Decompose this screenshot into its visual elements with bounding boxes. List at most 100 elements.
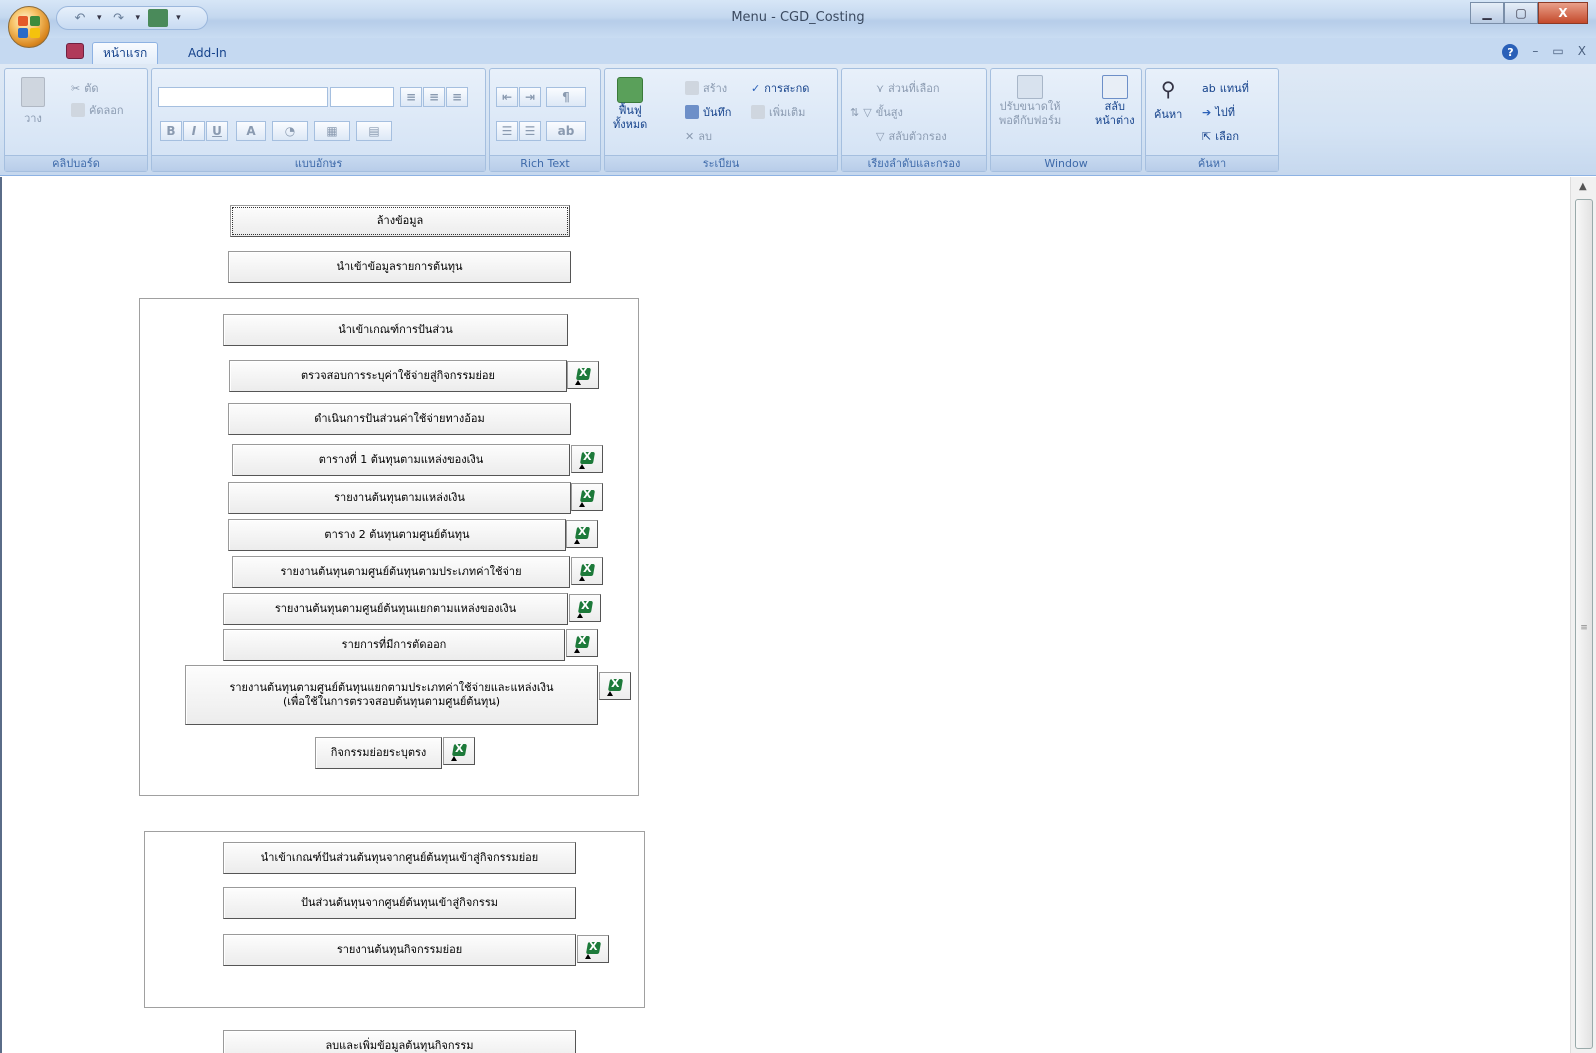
goto-arrow-icon: ➔ — [1202, 105, 1212, 119]
excel-export-button[interactable] — [599, 672, 631, 700]
ribbon: วาง ✂ ตัด คัดลอก คลิปบอร์ด ≡ ≡ ≡ B I U A … — [0, 64, 1596, 176]
edit-activity-cost-button[interactable]: ลบและเพิ่มข้อมูลต้นทุนกิจกรรม — [223, 1030, 576, 1053]
replace-button[interactable]: ab แทนที่ — [1202, 79, 1249, 97]
paragraph-direction-button[interactable]: ¶ — [546, 87, 586, 107]
excel-export-button[interactable] — [577, 935, 609, 963]
paste-button[interactable]: วาง — [21, 77, 45, 127]
font-size-combo[interactable] — [330, 87, 394, 107]
excel-icon — [579, 450, 595, 469]
selection-filter-button[interactable]: ⋎ ส่วนที่เลือก — [876, 79, 940, 97]
numbering-button[interactable]: ☰ — [519, 121, 541, 141]
table1-button[interactable]: ตารางที่ 1 ต้นทุนตามแหล่งของเงิน — [232, 444, 570, 476]
office-button[interactable] — [8, 6, 50, 48]
scroll-up-icon[interactable]: ▲ — [1579, 181, 1587, 192]
form-icon — [66, 43, 84, 59]
allocate-cc-button[interactable]: ปันส่วนต้นทุนจากศูนย์ต้นทุนเข้าสู่กิจกรร… — [223, 887, 576, 919]
save-label: บันทึก — [703, 106, 732, 119]
font-color-button[interactable]: A — [236, 121, 266, 141]
copy-icon — [71, 103, 85, 117]
bold-button[interactable]: B — [160, 121, 182, 141]
import-cost-button[interactable]: นำเข้าข้อมูลรายการต้นทุน — [228, 251, 571, 283]
run-indirect-allocation-button[interactable]: ดำเนินการปันส่วนค่าใช้จ่ายทางอ้อม — [228, 403, 571, 435]
cursor-icon: ⇱ — [1202, 129, 1212, 143]
increase-indent-button[interactable]: ⇥ — [519, 87, 541, 107]
bullets-button[interactable]: ☰ — [496, 121, 518, 141]
fit-form-button[interactable]: ปรับขนาดให้ พอดีกับฟอร์ม — [999, 75, 1061, 127]
new-record-button[interactable]: สร้าง — [685, 79, 727, 97]
select-button[interactable]: ⇱ เลือก — [1202, 127, 1239, 145]
sort-icon: ⇅ — [850, 105, 860, 119]
spelling-label: การสะกด — [764, 82, 810, 95]
font-name-combo[interactable] — [158, 87, 328, 107]
align-center-button[interactable]: ≡ — [423, 87, 445, 107]
ribbon-restore-icon[interactable]: ▭ — [1552, 44, 1563, 60]
check-expense-button[interactable]: ตรวจสอบการระบุค่าใช้จ่ายสู่กิจกรรมย่อย — [229, 360, 567, 392]
report-full-line2: (เพื่อใช้ในการตรวจสอบต้นทุนตามศูนย์ต้นทุ… — [282, 695, 501, 708]
cutoff-items-button[interactable]: รายการที่มีการตัดออก — [223, 629, 565, 661]
table2-button[interactable]: ตาราง 2 ต้นทุนตามศูนย์ต้นทุน — [228, 519, 566, 551]
excel-export-button[interactable] — [571, 557, 603, 585]
tab-addin[interactable]: Add-In — [178, 42, 237, 64]
close-button[interactable]: X — [1538, 2, 1588, 24]
excel-export-button[interactable] — [571, 483, 603, 511]
report-cc-type-button[interactable]: รายงานต้นทุนตามศูนย์ต้นทุนตามประเภทค่าใช… — [232, 556, 570, 588]
group-window: ปรับขนาดให้ พอดีกับฟอร์ม สลับ หน้าต่าง W… — [990, 68, 1142, 172]
italic-button[interactable]: I — [183, 121, 205, 141]
toggle-filter-icon: ▽ — [876, 129, 885, 143]
advanced-filter-button[interactable]: ⇅ ▽ ขั้นสูง — [850, 103, 903, 121]
tab-home[interactable]: หน้าแรก — [92, 42, 159, 64]
scroll-grip-icon: ≡ — [1580, 623, 1588, 633]
excel-icon — [451, 742, 467, 761]
report-source-button[interactable]: รายงานต้นทุนตามแหล่งเงิน — [228, 482, 571, 514]
direct-activity-button[interactable]: กิจกรรมย่อยระบุตรง — [315, 737, 442, 769]
excel-export-button[interactable] — [443, 737, 475, 765]
cut-button[interactable]: ✂ ตัด — [71, 79, 99, 97]
toggle-label: สลับตัวกรอง — [888, 130, 947, 143]
ribbon-close-icon[interactable]: X — [1578, 44, 1586, 60]
ribbon-minimize-icon[interactable]: – — [1532, 44, 1538, 60]
import-allocation-button[interactable]: นำเข้าเกณฑ์การปันส่วน — [223, 314, 568, 346]
title-bar: ↶ ▾ ↷ ▾ ▾ Menu - CGD_Costing ▁ ▢ X — [0, 0, 1596, 38]
fit-label-2: พอดีกับฟอร์ม — [999, 114, 1062, 127]
group-label-clipboard: คลิปบอร์ด — [5, 155, 147, 171]
scissors-icon: ✂ — [71, 81, 81, 95]
more-button[interactable]: เพิ่มเติม — [751, 103, 805, 121]
goto-button[interactable]: ➔ ไปที่ — [1202, 103, 1235, 121]
minimize-button[interactable]: ▁ — [1470, 2, 1504, 24]
excel-export-button[interactable] — [569, 594, 601, 622]
replace-label: แทนที่ — [1219, 82, 1249, 95]
decrease-indent-button[interactable]: ⇤ — [496, 87, 518, 107]
excel-export-button[interactable] — [566, 520, 598, 548]
select-label: เลือก — [1215, 130, 1239, 143]
clear-data-button[interactable]: ล้างข้อมูล — [230, 205, 570, 237]
find-button[interactable]: ⚲ ค้นหา — [1154, 77, 1182, 123]
fit-form-icon — [1017, 75, 1044, 99]
gridlines-button[interactable]: ▦ — [314, 121, 350, 141]
copy-button[interactable]: คัดลอก — [71, 101, 124, 119]
align-left-button[interactable]: ≡ — [400, 87, 422, 107]
help-icon[interactable]: ? — [1502, 44, 1519, 60]
fill-color-button[interactable]: ◔ — [272, 121, 308, 141]
excel-export-button[interactable] — [567, 361, 599, 389]
spelling-button[interactable]: ✓ การสะกด — [751, 79, 809, 97]
alternate-fill-button[interactable]: ▤ — [356, 121, 392, 141]
maximize-button[interactable]: ▢ — [1504, 2, 1538, 24]
paste-label: วาง — [24, 112, 42, 125]
excel-export-button[interactable] — [571, 445, 603, 473]
delete-record-button[interactable]: ✕ ลบ — [685, 127, 712, 145]
toggle-filter-button[interactable]: ▽ สลับตัวกรอง — [876, 127, 947, 145]
vertical-scrollbar[interactable]: ▲ ≡ — [1570, 177, 1596, 1053]
find-label: ค้นหา — [1154, 108, 1183, 121]
report-cc-source-button[interactable]: รายงานต้นทุนตามศูนย์ต้นทุนแยกตามแหล่งของ… — [223, 593, 568, 625]
import-cc-allocation-button[interactable]: นำเข้าเกณฑ์ปันส่วนต้นทุนจากศูนย์ต้นทุนเข… — [223, 842, 576, 874]
excel-export-button[interactable] — [566, 629, 598, 657]
switch-windows-button[interactable]: สลับ หน้าต่าง — [1095, 75, 1135, 127]
highlight-button[interactable]: ab — [546, 121, 586, 141]
save-record-button[interactable]: บันทึก — [685, 103, 731, 121]
align-right-button[interactable]: ≡ — [446, 87, 468, 107]
refresh-all-button[interactable]: ฟื้นฟู ทั้งหมด — [613, 77, 647, 131]
report-full-button[interactable]: รายงานต้นทุนตามศูนย์ต้นทุนแยกตามประเภทค่… — [185, 665, 598, 725]
switch-windows-icon — [1101, 75, 1128, 99]
report-activity-button[interactable]: รายงานต้นทุนกิจกรรมย่อย — [223, 934, 576, 966]
underline-button[interactable]: U — [206, 121, 228, 141]
